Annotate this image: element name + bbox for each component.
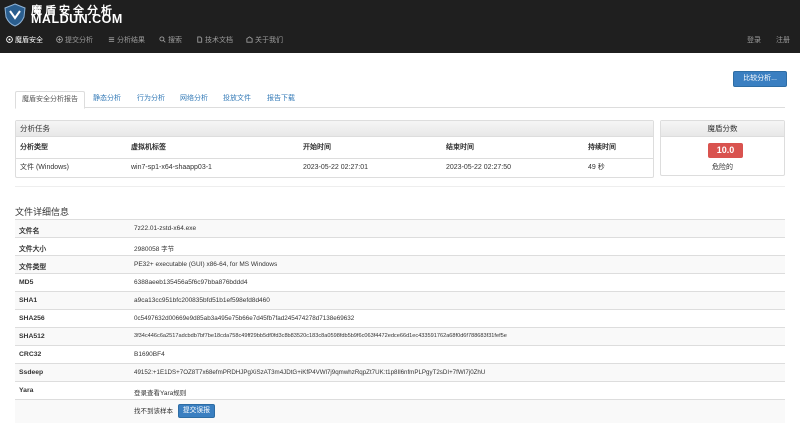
table-row: 文件名 7z22.01-zstd-x64.exe [15, 219, 785, 237]
row-key: SHA256 [19, 315, 45, 322]
nav-home-label: 魔盾安全 [15, 37, 43, 44]
table-row: 文件类型 PE32+ executable (GUI) x86-64, for … [15, 255, 785, 273]
task-col-start: 开始时间 [303, 144, 331, 151]
search-icon [159, 36, 166, 43]
task-header-row: 分析类型 虚拟机标签 开始时间 结束时间 持续时间 [16, 139, 653, 157]
nav-home[interactable]: 魔盾安全 [6, 34, 43, 48]
row-key: Yara [19, 387, 34, 394]
task-start-value: 2023-05-22 02:27:01 [303, 164, 368, 171]
task-panel: 分析任务 分析类型 虚拟机标签 开始时间 结束时间 持续时间 文件 (Windo… [15, 120, 654, 178]
nav-docs-label: 技术文档 [205, 37, 233, 44]
task-col-duration: 持续时间 [588, 144, 616, 151]
table-row: 找不到该样本 提交误报 [15, 399, 785, 423]
row-value: 0c5497632d00669e9d85ab3a495e75b66e7d45fb… [134, 315, 355, 322]
login-link[interactable]: 登录 [747, 34, 761, 48]
table-row: Ssdeep 49152:+1E1DS+7OZ8T7x68efmPRDHJPgX… [15, 363, 785, 381]
score-badge: 10.0 [708, 143, 743, 158]
task-col-vm: 虚拟机标签 [131, 144, 166, 151]
row-key: SHA512 [19, 333, 45, 340]
file-details-title: 文件详细信息 [15, 207, 70, 217]
sample-not-found-text: 找不到该样本 [134, 408, 173, 415]
task-col-type: 分析类型 [20, 144, 48, 151]
divider [15, 186, 785, 187]
row-value: 49152:+1E1DS+7OZ8T7x68efmPRDHJPgXiSzAT3m… [134, 369, 486, 376]
register-link[interactable]: 注册 [776, 34, 790, 48]
row-key: MD5 [19, 279, 34, 286]
task-panel-title: 分析任务 [16, 121, 653, 137]
task-col-end: 结束时间 [446, 144, 474, 151]
table-row: 文件大小 2980058 字节 [15, 237, 785, 255]
top-navbar: 魔盾安全分析 MALDUN.COM 魔盾安全 提交分析 分析结果 搜索 技术文档… [0, 0, 800, 53]
task-duration-value: 49 秒 [588, 164, 605, 171]
nav-results[interactable]: 分析结果 [108, 34, 145, 48]
row-value: 7z22.01-zstd-x64.exe [134, 225, 197, 232]
score-panel-title: 魔盾分数 [661, 121, 784, 137]
tab-behavior[interactable]: 行为分析 [133, 91, 169, 108]
task-type-value: 文件 (Windows) [20, 164, 70, 171]
tab-download[interactable]: 报告下载 [263, 91, 299, 108]
shield-logo-icon[interactable] [4, 3, 26, 27]
row-key: 文件名 [19, 228, 40, 235]
row-value: PE32+ executable (GUI) x86-64, for MS Wi… [134, 261, 278, 268]
task-vm-value: win7-sp1-x64-shaapp03-1 [131, 164, 212, 171]
compare-analysis-button[interactable]: 比较分析... [733, 71, 787, 87]
nav-submit[interactable]: 提交分析 [56, 34, 93, 48]
nav-search[interactable]: 搜索 [159, 34, 182, 48]
row-key: Ssdeep [19, 369, 44, 376]
nav-docs[interactable]: 技术文档 [196, 34, 233, 48]
tab-static[interactable]: 静态分析 [89, 91, 125, 108]
info-icon [246, 36, 253, 43]
tab-report[interactable]: 魔盾安全分析报告 [15, 91, 85, 109]
tab-dropped[interactable]: 投放文件 [219, 91, 255, 108]
table-row: Yara 登录查看Yara规则 [15, 381, 785, 399]
home-icon [6, 36, 13, 43]
nav-about-label: 关于我们 [255, 37, 283, 44]
report-tabs: 魔盾安全分析报告 静态分析 行为分析 网络分析 投放文件 报告下载 [15, 91, 785, 109]
row-key: CRC32 [19, 351, 42, 358]
row-value: B1690BF4 [134, 351, 165, 358]
nav-about[interactable]: 关于我们 [246, 34, 283, 48]
score-panel: 魔盾分数 10.0 危险的 [660, 120, 785, 176]
row-key: 文件大小 [19, 246, 47, 253]
table-row: MD5 6388aeeb135456a5f6c97bba876bddd4 [15, 273, 785, 291]
table-row: SHA256 0c5497632d00669e9d85ab3a495e75b66… [15, 309, 785, 327]
task-end-value: 2023-05-22 02:27:50 [446, 164, 511, 171]
yara-login-link[interactable]: 登录查看Yara规则 [134, 387, 186, 397]
tab-network[interactable]: 网络分析 [176, 91, 212, 108]
list-icon [108, 37, 115, 42]
row-value: a9ca13cc951bfc200835bfd51b1ef598efd8d460 [134, 297, 270, 304]
row-key: 文件类型 [19, 264, 47, 271]
nav-results-label: 分析结果 [117, 37, 145, 44]
row-value: 找不到该样本 提交误报 [134, 404, 215, 419]
table-row: SHA1 a9ca13cc951bfc200835bfd51b1ef598efd… [15, 291, 785, 309]
table-row: CRC32 B1690BF4 [15, 345, 785, 363]
row-value: 6388aeeb135456a5f6c97bba876bddd4 [134, 279, 248, 286]
nav-submit-label: 提交分析 [65, 37, 93, 44]
task-row: 文件 (Windows) win7-sp1-x64-shaapp03-1 202… [16, 158, 653, 176]
table-row: SHA512 3f34c446c6a2517adcbdb7bf7be18cda7… [15, 327, 785, 345]
nav-search-label: 搜索 [168, 37, 182, 44]
row-value: 2980058 字节 [134, 246, 175, 253]
score-label: 危险的 [712, 164, 733, 171]
report-false-positive-button[interactable]: 提交误报 [177, 404, 215, 419]
row-key: SHA1 [19, 297, 38, 304]
plus-circle-icon [56, 36, 63, 43]
brand-subtitle[interactable]: MALDUN.COM [31, 12, 123, 26]
document-icon [197, 36, 203, 43]
row-value: 3f34c446c6a2517adcbdb7bf7be18cda758c49ff… [134, 333, 507, 339]
